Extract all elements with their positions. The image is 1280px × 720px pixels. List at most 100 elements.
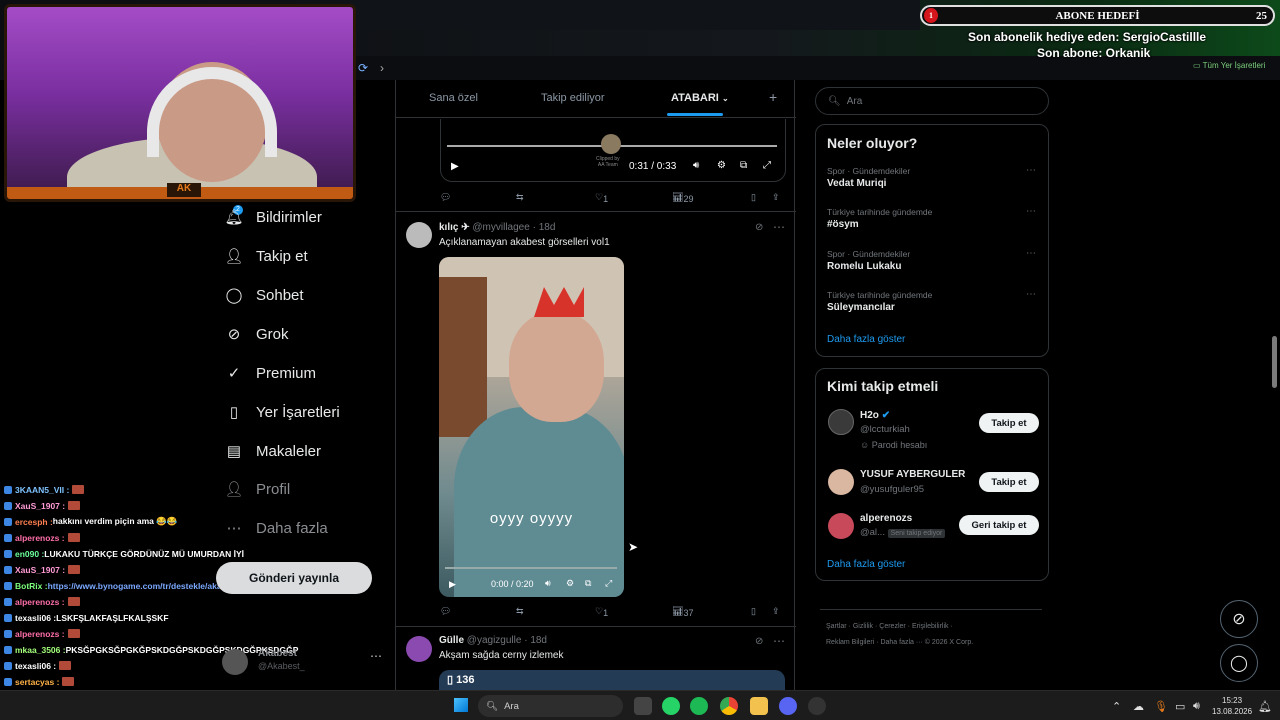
volume-icon[interactable]: 🔊︎ [1193,700,1200,713]
tweet-handle[interactable]: @myvillagee [472,222,529,233]
tab-atabari[interactable]: ATABARI ⌄ [671,92,729,104]
chat-username[interactable]: alperenozs : [15,533,65,543]
add-tab-button[interactable]: + [769,89,777,105]
wf-name[interactable]: alperenozs [860,513,912,524]
tab-for-you[interactable]: Sana özel [429,92,478,104]
chat-username[interactable]: mkaa_3506 : [15,645,66,655]
whatsapp-icon[interactable] [662,697,680,715]
taskbar-search[interactable]: 🔍︎ Ara [478,695,623,717]
chat-username[interactable]: alperenozs : [15,629,65,639]
retweet-icon[interactable]: ⇆ [516,606,524,617]
scrollbar[interactable] [1272,336,1277,388]
chat-username[interactable]: XauS_1907 : [15,501,65,511]
fullscreen-icon[interactable]: ⤢ [605,578,612,589]
avatar[interactable] [828,409,854,435]
messages-button[interactable]: ◯ [1220,644,1258,682]
tweet-time[interactable]: 18d [530,635,547,646]
chat-username[interactable]: 3KAAN5_VII : [15,485,69,495]
microphone-icon[interactable]: 🎙︎ [1154,700,1168,713]
wf-name[interactable]: YUSUF AYBERGULER [860,469,965,480]
nav-articles[interactable]: ▤ Makaleler [224,436,321,466]
trend-item[interactable]: Süleymancılar [827,302,895,313]
tweet-handle[interactable]: @yagizgulle [467,635,522,646]
show-more-link[interactable]: Daha fazla göster [827,559,905,570]
more-icon[interactable]: ⋯ [773,634,785,648]
retweet-icon[interactable]: ⇆ [516,192,524,203]
footer-links[interactable]: Reklam Bilgileri · Daha fazla ··· © 2026… [826,639,973,646]
trend-item[interactable]: Romelu Lukaku [827,261,901,272]
grok-icon[interactable]: ⊘ [755,636,763,647]
avatar[interactable] [406,636,432,662]
avatar[interactable] [828,469,854,495]
app-icon[interactable] [808,697,826,715]
follow-button[interactable]: Takip et [979,472,1039,492]
tweet-video[interactable]: oyyy oyyyy ▶ 0:00 / 0:20 🔊︎ ⚙ ⧉ ⤢ [439,257,624,597]
nav-chat[interactable]: ◯ Sohbet [224,280,304,310]
views-count[interactable]: 📊︎ 29 [672,192,693,204]
chat-username[interactable]: texasli06 : [15,613,56,623]
trend-item[interactable]: #ösym [827,219,859,230]
chat-username[interactable]: texasli06 : [15,661,56,671]
pip-icon[interactable]: ⧉ [585,578,591,589]
share-icon[interactable]: ⇪ [772,192,780,203]
reply-icon[interactable]: 💬︎ [440,606,451,617]
spotify-icon[interactable] [690,697,708,715]
search-input[interactable]: 🔍︎ Ara [815,87,1049,115]
play-icon[interactable]: ▶ [449,579,456,590]
all-bookmarks-link[interactable]: ▭ Tüm Yer İşaretleri [1193,61,1265,70]
nav-grok[interactable]: ⊘ Grok [224,319,289,349]
like-button[interactable]: ♡ 1 [595,606,608,618]
taskbar-clock[interactable]: 15:23 13.08.2026 [1212,695,1252,717]
play-icon[interactable]: ▶ [451,161,459,172]
chevron-right-icon[interactable]: › [380,61,384,75]
follow-back-button[interactable]: Geri takip et [959,515,1039,535]
more-icon[interactable]: ⋯ [1026,206,1036,217]
file-explorer-icon[interactable] [750,697,768,715]
pip-icon[interactable]: ⧉ [740,160,747,171]
more-icon[interactable]: ⋯ [370,649,382,663]
account-switcher[interactable]: Akabest @Akabest_ ⋯ [222,646,382,676]
chrome-icon[interactable] [720,697,738,715]
footer-links[interactable]: Şartlar · Gizlilik · Çerezler · Erişileb… [826,623,953,630]
notification-icon[interactable]: 🔔︎ [1258,700,1272,713]
settings-icon[interactable]: ⚙ [566,578,574,589]
volume-icon[interactable]: 🔊︎ [545,578,551,589]
share-icon[interactable]: ⇪ [772,606,780,617]
bookmark-icon[interactable]: ▯ [751,192,756,203]
fullscreen-icon[interactable]: ⤢ [763,160,771,171]
extension-icon[interactable]: ⟳ [358,61,368,75]
settings-icon[interactable]: ⚙ [717,160,726,171]
volume-icon[interactable]: 🔊︎ [693,160,699,171]
avatar[interactable] [406,222,432,248]
nav-bookmarks[interactable]: ▯ Yer İşaretleri [224,397,340,427]
tweet-author[interactable]: Gülle [439,635,464,646]
reply-icon[interactable]: 💬︎ [440,192,451,203]
avatar[interactable] [828,513,854,539]
chat-username[interactable]: sertacyas : [15,677,59,687]
nav-notifications[interactable]: 🔔︎ Bildirimler [224,202,321,232]
network-icon[interactable]: ▭ [1175,700,1185,713]
more-icon[interactable]: ⋯ [1026,248,1036,259]
post-button[interactable]: Gönderi yayınla [216,562,372,594]
like-button[interactable]: ♡ 1 [595,192,608,204]
chat-username[interactable]: alperenozs : [15,597,65,607]
chat-username[interactable]: XauS_1907 : [15,565,65,575]
windows-start-icon[interactable] [454,698,468,712]
tweet-author[interactable]: kılıç ✈ [439,222,470,233]
show-more-link[interactable]: Daha fazla göster [827,334,905,345]
more-icon[interactable]: ⋯ [773,220,785,234]
wf-name[interactable]: H2o ✔ [860,410,890,421]
video-progress-bar[interactable] [445,567,617,569]
bookmark-icon[interactable]: ▯ [751,606,756,617]
chat-username[interactable]: en090 : [15,549,44,559]
nav-premium[interactable]: ✓ Premium [224,358,316,388]
chevron-up-icon[interactable]: ⌃ [1112,700,1121,713]
nav-follow[interactable]: 👤︎ Takip et [224,241,307,271]
task-view-icon[interactable] [634,697,652,715]
grok-button[interactable]: ⊘ [1220,600,1258,638]
more-icon[interactable]: ⋯ [1026,289,1036,300]
cloud-icon[interactable]: ☁ [1133,700,1144,713]
grok-icon[interactable]: ⊘ [755,222,763,233]
views-count[interactable]: 📊︎ 37 [672,606,693,618]
tab-following[interactable]: Takip ediliyor [541,92,605,104]
